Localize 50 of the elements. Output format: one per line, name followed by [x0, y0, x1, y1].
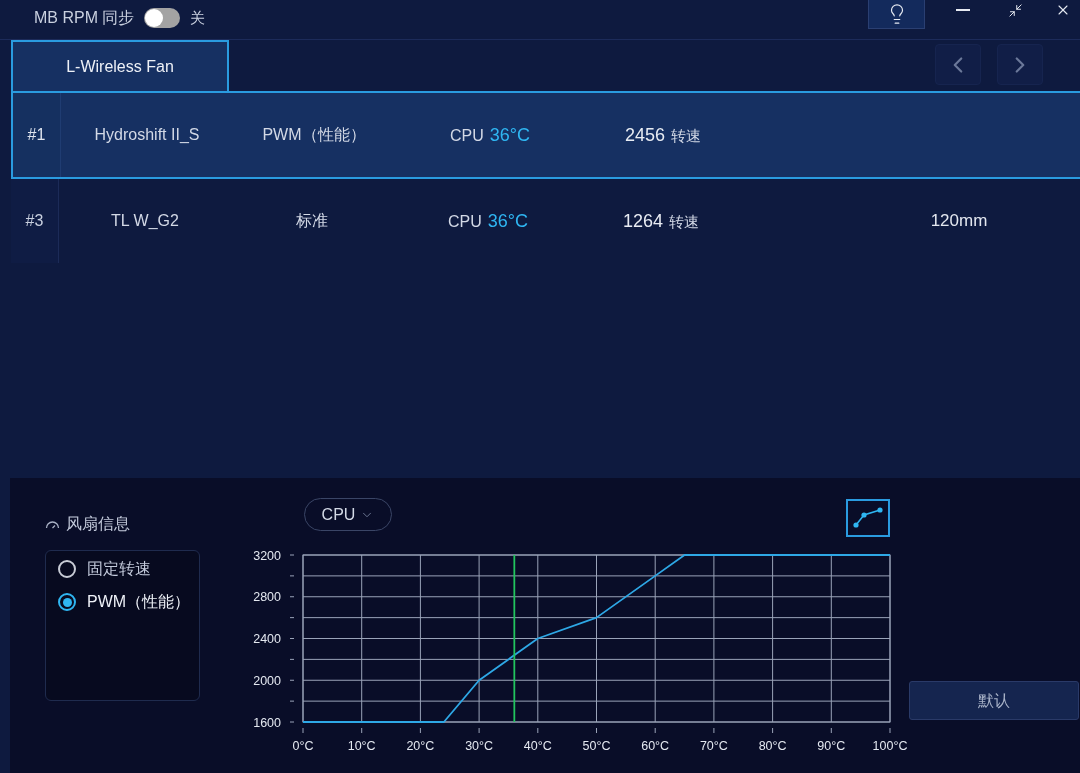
rpm-value: 1264: [622, 209, 663, 233]
tab[interactable]: L-Wireless Fan: [11, 40, 229, 91]
x-axis-label: 60°C: [641, 739, 670, 753]
fan-size-cell-text: 120mm: [929, 210, 989, 233]
x-axis-label: 80°C: [758, 739, 787, 753]
x-axis-label: 0°C: [292, 739, 314, 753]
fan-name-cell-text: Hydroshift II_S: [93, 125, 201, 145]
x-axis-label: 90°C: [817, 739, 846, 753]
y-axis-label: 3200: [253, 548, 281, 563]
lightbulb-button[interactable]: [868, 0, 925, 29]
x-axis-label: 20°C: [406, 739, 435, 753]
x-axis-label: 40°C: [523, 739, 552, 753]
x-axis-label: 10°C: [347, 739, 376, 753]
rpm-unit: 转速: [669, 211, 699, 232]
rpm-unit: 转速: [671, 125, 701, 146]
sync-label: MB RPM 同步: [34, 8, 135, 28]
fan-name-cell-text: TL W_G2: [110, 211, 180, 231]
fan-row[interactable]: #1 Hydroshift II_S PWM（性能） CPU 36°C 2456 转速: [11, 93, 1080, 179]
y-axis-label: 1600: [253, 715, 281, 730]
mode-cell-text: PWM（性能）: [261, 125, 367, 145]
sensor-label: CPU: [448, 211, 482, 232]
curve-mode-button[interactable]: [846, 499, 890, 537]
minimize-icon: [956, 9, 970, 11]
x-axis-label: 70°C: [699, 739, 728, 753]
x-axis-label: 100°C: [872, 739, 908, 753]
radio-button[interactable]: [58, 560, 76, 578]
radio-button[interactable]: [58, 593, 76, 611]
radio-label: 固定转速: [87, 559, 151, 579]
mode-cell-text: 标准: [295, 211, 329, 231]
temperature-value: 36°C: [487, 209, 528, 233]
section-title: 风扇信息: [66, 514, 130, 534]
next-button[interactable]: [997, 44, 1043, 85]
x-axis-label: 50°C: [582, 739, 611, 753]
gauge-icon: [45, 519, 60, 529]
index-cell: #3: [11, 179, 59, 263]
rpm-value: 2456: [624, 123, 665, 147]
fan-row[interactable]: #3 TL W_G2 标准 CPU 36°C 1264 转速 120mm: [11, 179, 1080, 265]
sync-toggle[interactable]: [144, 8, 181, 28]
y-axis-label: 2000: [253, 673, 281, 688]
sync-state-label: 关: [190, 7, 206, 28]
radio-label: PWM（性能）: [87, 592, 191, 612]
sensor-label: CPU: [450, 125, 484, 146]
temperature-value: 36°C: [489, 123, 530, 147]
y-axis-label: 2400: [253, 632, 281, 646]
y-axis-label: 2800: [253, 590, 281, 605]
curve-icon: [853, 507, 883, 529]
restore-icon: [1007, 2, 1023, 18]
default-button[interactable]: 默认: [909, 681, 1079, 720]
previous-button[interactable]: [935, 44, 981, 85]
x-axis-label: 30°C: [465, 739, 494, 753]
